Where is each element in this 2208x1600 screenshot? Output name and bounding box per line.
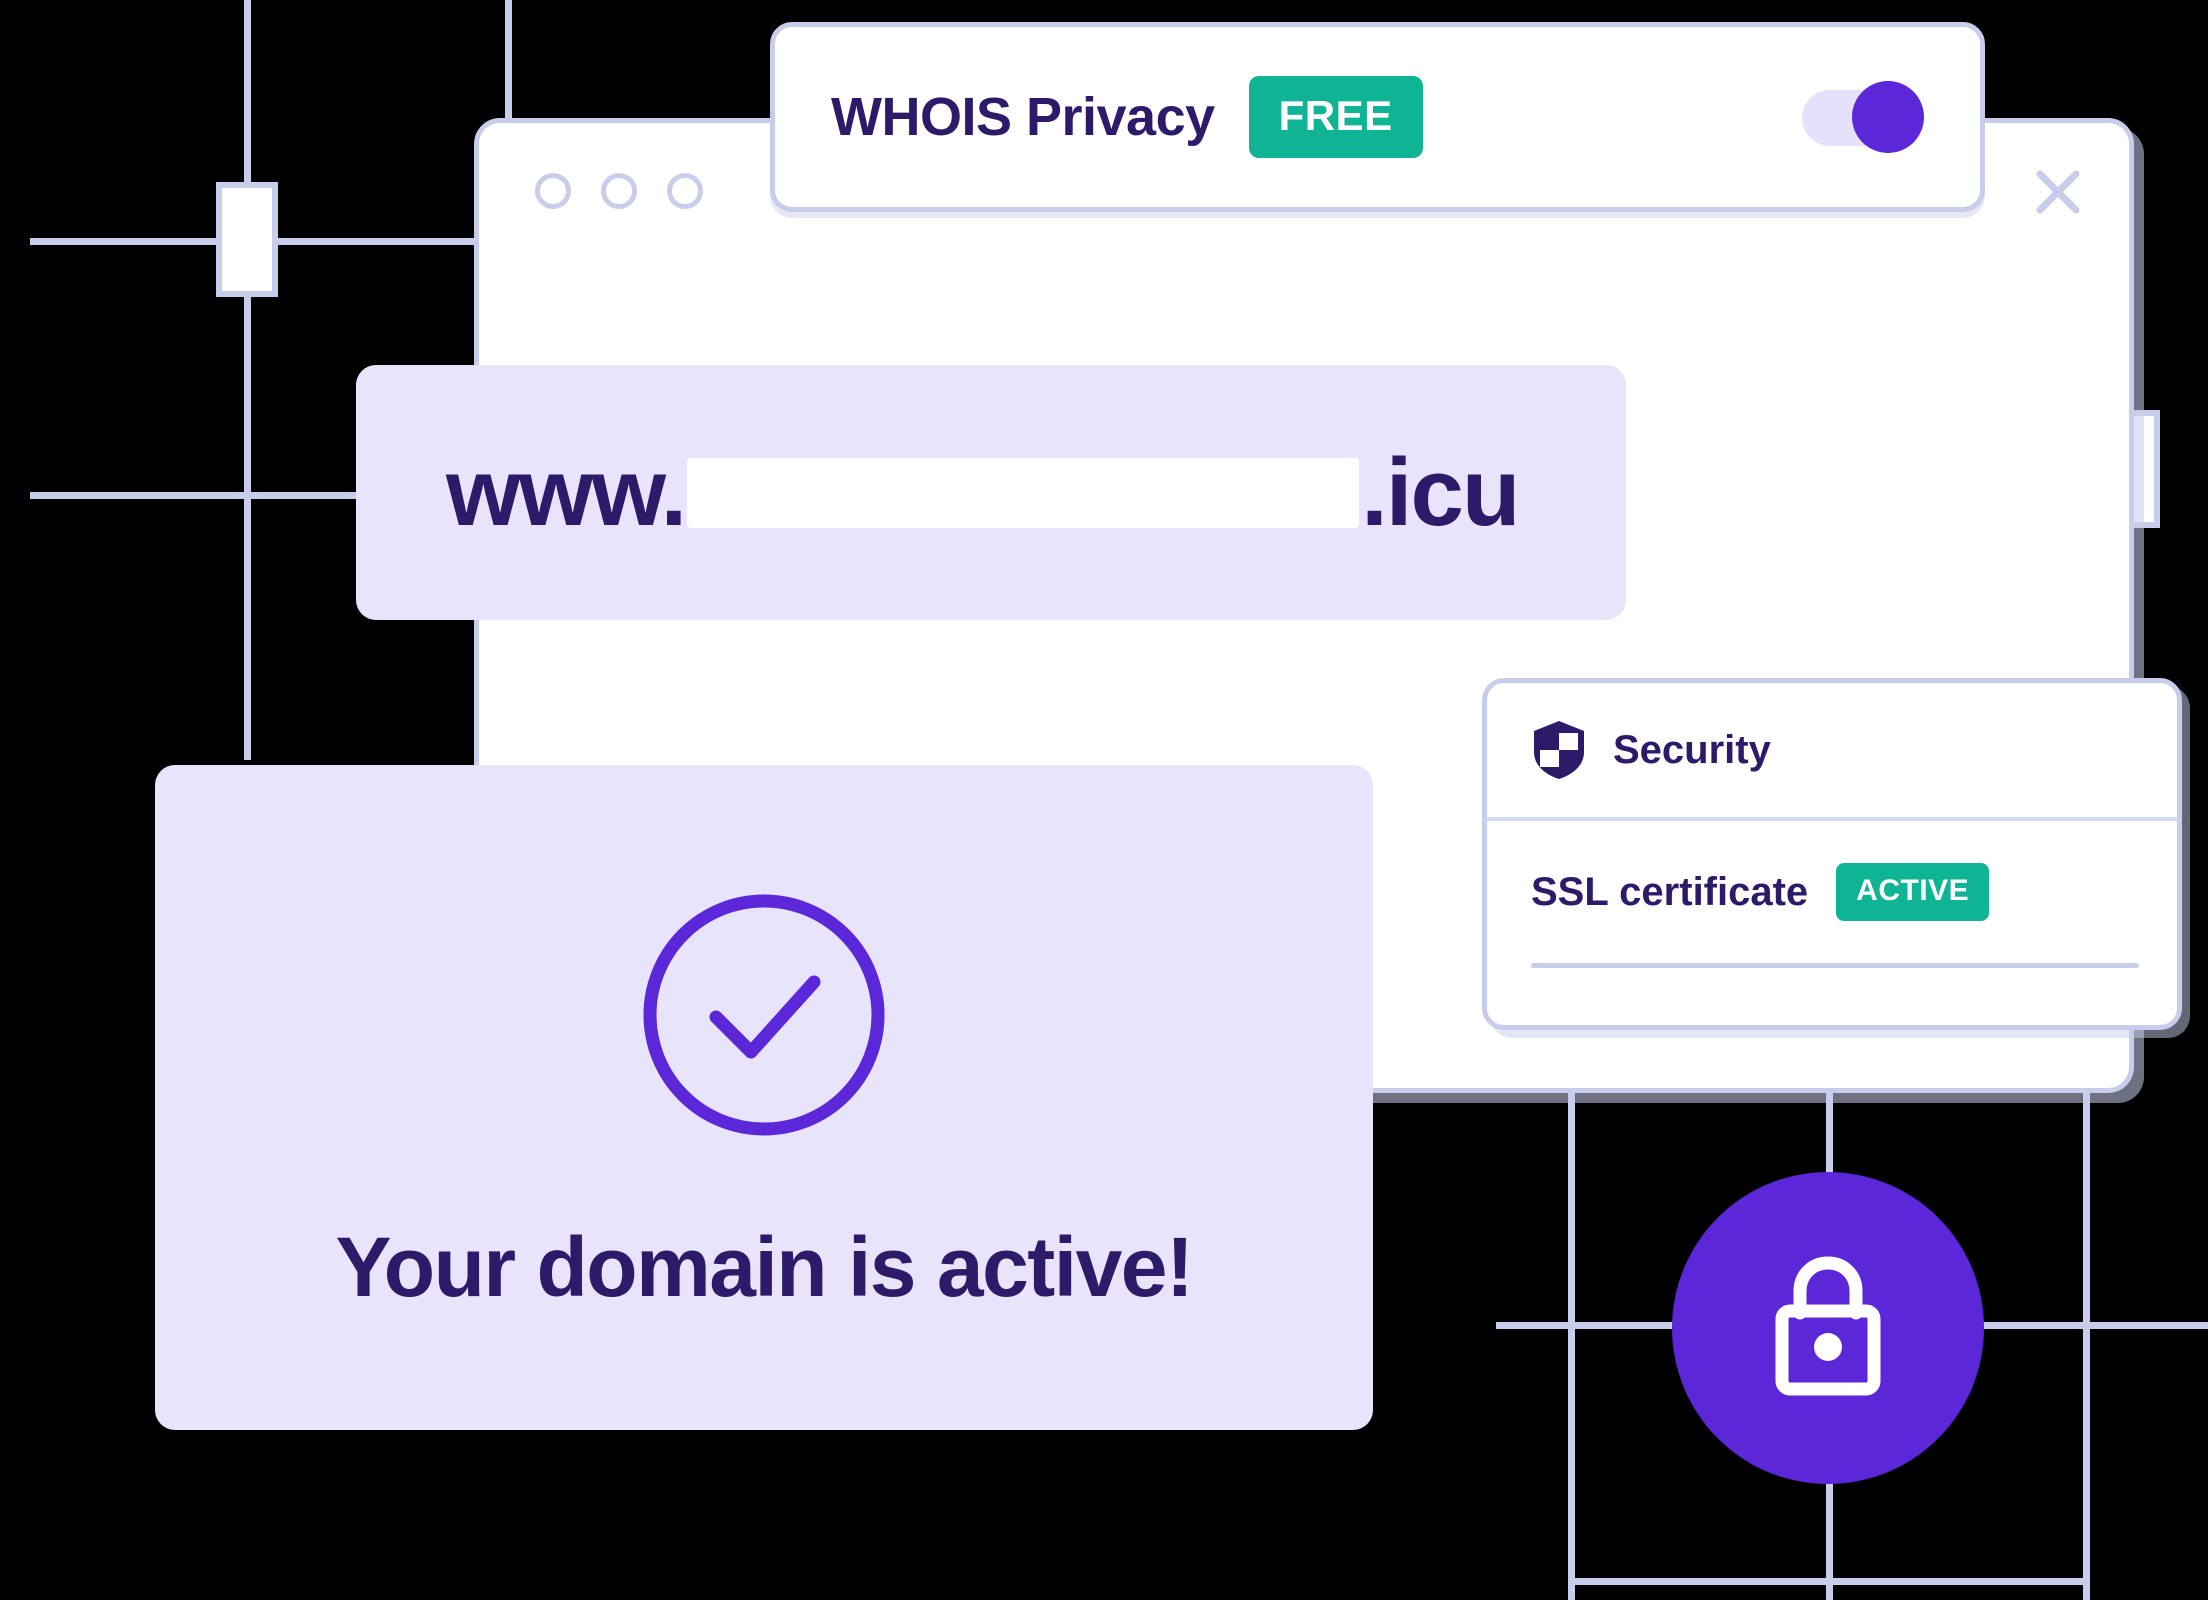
illustration-canvas: WHOIS Privacy FREE www. .icu Security SS…	[0, 0, 2208, 1600]
domain-url-bar: www. .icu	[356, 365, 1626, 620]
ssl-certificate-row: SSL certificate ACTIVE	[1531, 863, 2133, 921]
window-dot-3[interactable]	[667, 173, 703, 209]
close-icon[interactable]	[2031, 165, 2085, 219]
ssl-status-badge: ACTIVE	[1836, 863, 1990, 921]
whois-privacy-bar: WHOIS Privacy FREE	[770, 22, 1985, 212]
url-suffix-tld: .icu	[1361, 438, 1520, 546]
lock-badge	[1672, 1172, 1984, 1484]
grid-line-vertical	[244, 0, 251, 760]
grid-line-vertical	[1568, 1092, 1575, 1600]
security-card: Security SSL certificate ACTIVE	[1482, 678, 2182, 1030]
ssl-certificate-label: SSL certificate	[1531, 869, 1809, 914]
url-prefix: www.	[446, 438, 687, 546]
security-card-header: Security	[1487, 683, 2177, 821]
grid-line-vertical	[2083, 1092, 2090, 1600]
whois-privacy-toggle[interactable]	[1802, 81, 1924, 153]
domain-active-message: Your domain is active!	[335, 1219, 1195, 1314]
grid-line-horizontal	[1568, 1578, 2088, 1585]
domain-name-input[interactable]	[687, 457, 1360, 528]
window-dot-1[interactable]	[535, 173, 571, 209]
grid-marker	[216, 182, 278, 297]
shield-icon	[1531, 719, 1587, 781]
window-dot-2[interactable]	[601, 173, 637, 209]
free-badge: FREE	[1248, 76, 1423, 158]
check-circle-icon	[639, 890, 889, 1145]
window-controls	[535, 173, 703, 209]
lock-icon	[1764, 1251, 1892, 1406]
whois-privacy-label: WHOIS Privacy	[831, 87, 1215, 147]
security-card-title: Security	[1613, 727, 1771, 772]
security-card-body: SSL certificate ACTIVE	[1487, 821, 2177, 968]
security-card-divider	[1531, 963, 2139, 968]
domain-active-card: Your domain is active!	[155, 765, 1373, 1430]
toggle-knob	[1852, 81, 1924, 153]
